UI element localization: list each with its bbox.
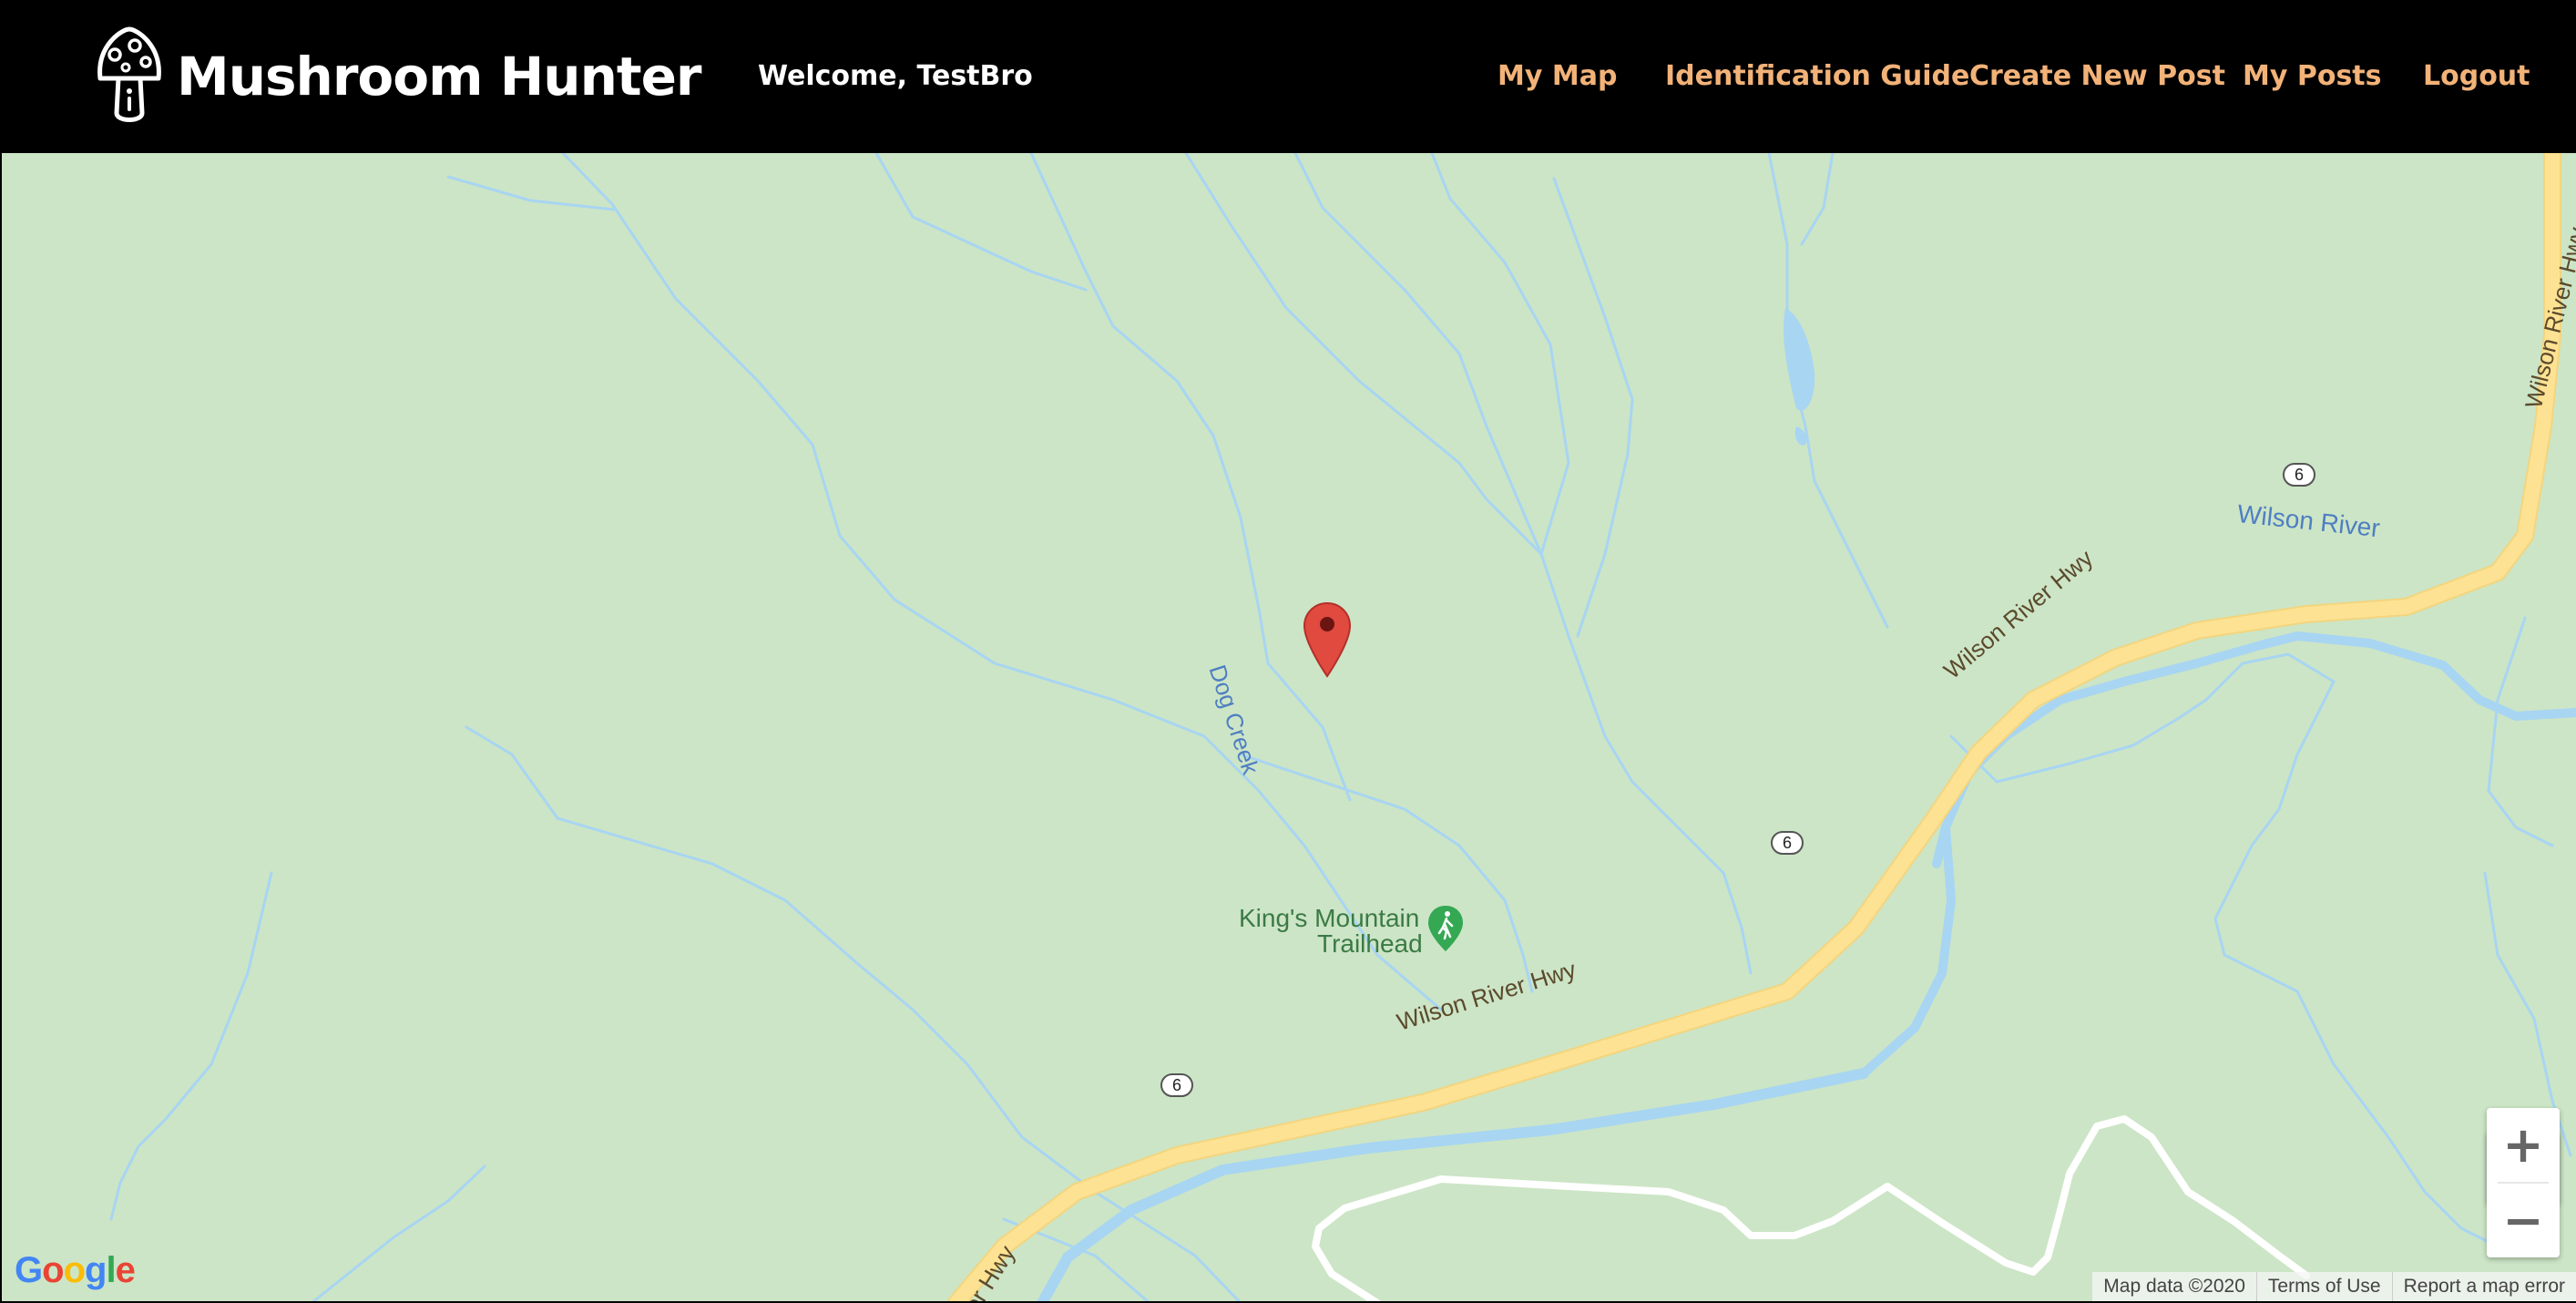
route-shield-text: 6: [2294, 466, 2304, 484]
highway-6: [949, 153, 2560, 1301]
nav-logout[interactable]: Logout: [2423, 58, 2530, 95]
nav-identification-guide[interactable]: Identification Guide: [1665, 58, 1969, 95]
top-navbar: Mushroom Hunter Welcome, TestBro My Map …: [0, 0, 2576, 153]
brand-title[interactable]: Mushroom Hunter: [177, 44, 702, 109]
route-6-shield: 6: [1160, 1073, 1193, 1097]
mushroom-icon[interactable]: [95, 26, 164, 124]
route-shield-text: 6: [1171, 1076, 1181, 1094]
report-map-error-link[interactable]: Report a map error: [2391, 1272, 2576, 1301]
route-6-shield: 6: [2283, 463, 2315, 487]
terms-of-use-link[interactable]: Terms of Use: [2255, 1272, 2392, 1301]
map-data-credit: Map data ©2020: [2103, 1276, 2245, 1297]
route-shield-text: 6: [1782, 834, 1792, 852]
trailhead-label-line2: Trailhead: [1317, 929, 1423, 958]
highway-6-outline: [947, 153, 2561, 1301]
welcome-message: Welcome, TestBro: [758, 60, 1033, 92]
nav-my-posts[interactable]: My Posts: [2243, 58, 2382, 95]
zoom-controls: + −: [2487, 1108, 2560, 1257]
route-6-shield: 6: [1771, 831, 1804, 855]
google-logo[interactable]: Google: [15, 1250, 136, 1291]
hiking-trailhead-icon[interactable]: [1428, 906, 1463, 951]
map-canvas[interactable]: Dog Creek Wilson River King's Mountain T…: [2, 153, 2576, 1301]
zoom-in-button[interactable]: +: [2487, 1108, 2560, 1182]
map-marker-pin[interactable]: [1303, 601, 1352, 678]
lakes: [1783, 308, 1815, 446]
map-attribution-bar: Map data ©2020 Terms of Use Report a map…: [2092, 1272, 2576, 1301]
map-base-layer: [109, 153, 2576, 1301]
nav-my-map[interactable]: My Map: [1498, 58, 1617, 95]
zoom-out-button[interactable]: −: [2487, 1184, 2560, 1257]
nav-create-new-post[interactable]: Create New Post: [1969, 58, 2225, 95]
